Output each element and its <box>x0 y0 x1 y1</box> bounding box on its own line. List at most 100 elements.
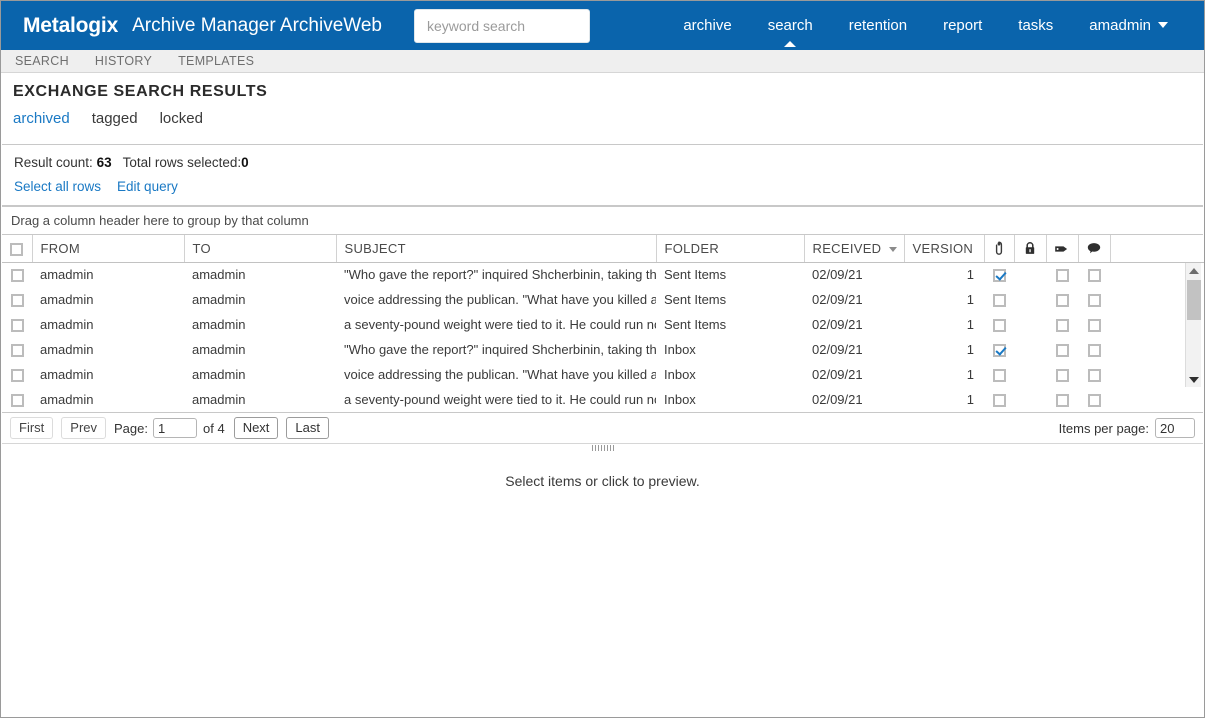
header-attachment[interactable] <box>984 235 1015 263</box>
scroll-down-arrow[interactable] <box>1186 372 1202 387</box>
cell-comment[interactable] <box>1078 387 1110 412</box>
header-version[interactable]: VERSION <box>904 235 985 263</box>
header-locked[interactable] <box>1014 235 1047 263</box>
nav-item-archive[interactable]: archive <box>665 1 749 50</box>
cell-comment[interactable] <box>1078 362 1110 387</box>
header-from[interactable]: FROM <box>32 235 185 263</box>
comment-checkbox[interactable] <box>1087 294 1101 308</box>
header-select-all[interactable] <box>2 235 33 263</box>
row-select-checkbox[interactable] <box>10 294 24 308</box>
table-row[interactable]: amadmin amadmin "Who gave the report?" i… <box>2 262 1204 287</box>
keyword-search-box[interactable] <box>414 8 590 43</box>
tab-templates[interactable]: TEMPLATES <box>178 54 254 68</box>
group-by-dropzone[interactable]: Drag a column header here to group by th… <box>2 207 1203 235</box>
table-row[interactable]: amadmin amadmin a seventy-pound weight w… <box>2 312 1204 337</box>
nav-item-retention[interactable]: retention <box>831 1 925 50</box>
cell-attachment[interactable] <box>984 312 1014 337</box>
cell-comment[interactable] <box>1078 312 1110 337</box>
table-row[interactable]: amadmin amadmin "Who gave the report?" i… <box>2 337 1204 362</box>
attachment-checkbox[interactable] <box>992 344 1006 358</box>
tag-checkbox[interactable] <box>1055 344 1069 358</box>
next-page-button[interactable]: Next <box>233 417 279 439</box>
header-received[interactable]: RECEIVED <box>804 235 905 263</box>
nav-item-user-menu[interactable]: amadmin <box>1071 1 1186 50</box>
cell-subject[interactable]: voice addressing the publican. "What hav… <box>336 287 656 312</box>
tag-checkbox[interactable] <box>1055 394 1069 408</box>
table-row[interactable]: amadmin amadmin a seventy-pound weight w… <box>2 387 1204 412</box>
scrollbar-thumb[interactable] <box>1187 280 1201 320</box>
row-select-cell[interactable] <box>2 262 32 287</box>
cell-attachment[interactable] <box>984 362 1014 387</box>
comment-checkbox[interactable] <box>1087 369 1101 383</box>
tab-search[interactable]: SEARCH <box>15 54 69 68</box>
nav-item-tasks[interactable]: tasks <box>1000 1 1071 50</box>
header-comment[interactable] <box>1078 235 1111 263</box>
prev-page-button[interactable]: Prev <box>61 417 107 439</box>
attachment-checkbox[interactable] <box>992 319 1006 333</box>
grid-vertical-scrollbar[interactable] <box>1185 263 1201 387</box>
row-select-cell[interactable] <box>2 337 32 362</box>
comment-checkbox[interactable] <box>1087 344 1101 358</box>
edit-query-link[interactable]: Edit query <box>117 179 178 194</box>
cell-subject[interactable]: "Who gave the report?" inquired Shcherbi… <box>336 337 656 362</box>
row-select-cell[interactable] <box>2 287 32 312</box>
scroll-up-arrow[interactable] <box>1186 263 1202 278</box>
cell-tag[interactable] <box>1046 337 1078 362</box>
nav-item-report[interactable]: report <box>925 1 1000 50</box>
cell-tag[interactable] <box>1046 262 1078 287</box>
cell-attachment[interactable] <box>984 262 1014 287</box>
cell-tag[interactable] <box>1046 312 1078 337</box>
preview-splitter[interactable] <box>2 443 1203 451</box>
first-page-button[interactable]: First <box>10 417 54 439</box>
filter-archived[interactable]: archived <box>13 110 70 127</box>
row-select-cell[interactable] <box>2 362 32 387</box>
cell-attachment[interactable] <box>984 337 1014 362</box>
row-select-checkbox[interactable] <box>10 319 24 333</box>
tag-checkbox[interactable] <box>1055 294 1069 308</box>
tag-checkbox[interactable] <box>1055 319 1069 333</box>
filter-tagged[interactable]: tagged <box>92 110 138 127</box>
cell-subject[interactable]: a seventy-pound weight were tied to it. … <box>336 387 656 412</box>
row-select-cell[interactable] <box>2 312 32 337</box>
select-all-checkbox[interactable] <box>10 242 24 256</box>
tag-checkbox[interactable] <box>1055 369 1069 383</box>
table-row[interactable]: amadmin amadmin voice addressing the pub… <box>2 362 1204 387</box>
attachment-checkbox[interactable] <box>992 394 1006 408</box>
cell-subject[interactable]: voice addressing the publican. "What hav… <box>336 362 656 387</box>
cell-comment[interactable] <box>1078 287 1110 312</box>
header-to[interactable]: TO <box>184 235 337 263</box>
page-number-input[interactable] <box>153 418 197 438</box>
search-input[interactable] <box>425 16 579 35</box>
header-tag[interactable] <box>1046 235 1079 263</box>
comment-checkbox[interactable] <box>1087 269 1101 283</box>
comment-checkbox[interactable] <box>1087 394 1101 408</box>
header-folder[interactable]: FOLDER <box>656 235 805 263</box>
table-row[interactable]: amadmin amadmin voice addressing the pub… <box>2 287 1204 312</box>
attachment-checkbox[interactable] <box>992 294 1006 308</box>
tab-history[interactable]: HISTORY <box>95 54 152 68</box>
row-select-cell[interactable] <box>2 387 32 412</box>
cell-attachment[interactable] <box>984 387 1014 412</box>
last-page-button[interactable]: Last <box>286 417 329 439</box>
cell-comment[interactable] <box>1078 262 1110 287</box>
row-select-checkbox[interactable] <box>10 269 24 283</box>
cell-comment[interactable] <box>1078 337 1110 362</box>
filter-locked[interactable]: locked <box>160 110 203 127</box>
select-all-rows-link[interactable]: Select all rows <box>14 179 101 194</box>
cell-subject[interactable]: "Who gave the report?" inquired Shcherbi… <box>336 262 656 287</box>
row-select-checkbox[interactable] <box>10 394 24 408</box>
cell-tag[interactable] <box>1046 362 1078 387</box>
nav-item-search[interactable]: search <box>750 1 831 50</box>
cell-attachment[interactable] <box>984 287 1014 312</box>
cell-tag[interactable] <box>1046 287 1078 312</box>
attachment-checkbox[interactable] <box>992 269 1006 283</box>
cell-tag[interactable] <box>1046 387 1078 412</box>
tag-checkbox[interactable] <box>1055 269 1069 283</box>
comment-checkbox[interactable] <box>1087 319 1101 333</box>
items-per-page-input[interactable] <box>1155 418 1195 438</box>
row-select-checkbox[interactable] <box>10 369 24 383</box>
attachment-checkbox[interactable] <box>992 369 1006 383</box>
row-select-checkbox[interactable] <box>10 344 24 358</box>
header-subject[interactable]: SUBJECT <box>336 235 657 263</box>
cell-subject[interactable]: a seventy-pound weight were tied to it. … <box>336 312 656 337</box>
